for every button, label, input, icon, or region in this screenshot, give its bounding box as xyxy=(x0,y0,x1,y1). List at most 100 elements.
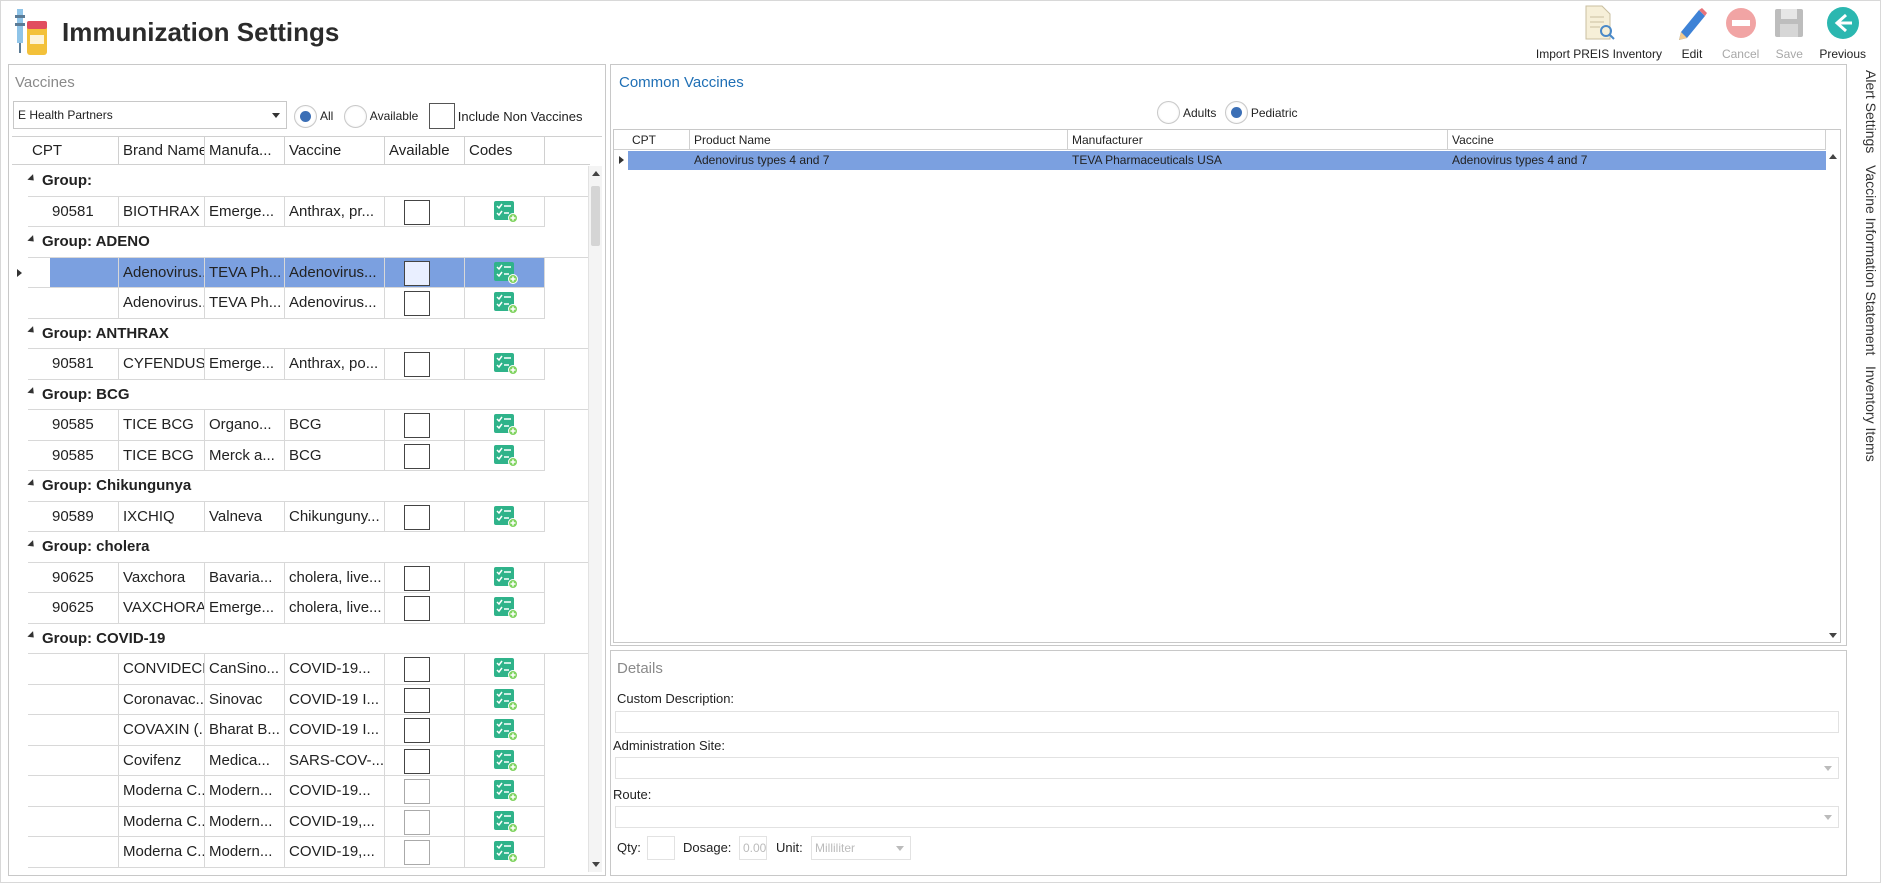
table-row[interactable]: Moderna C... Modern... COVID-19... xyxy=(12,776,590,807)
expand-collapse-icon[interactable] xyxy=(27,387,37,397)
table-row[interactable]: Moderna C... Modern... COVID-19,... xyxy=(12,806,590,837)
table-row[interactable]: 90585 TICE BCG Merck a... BCG xyxy=(12,440,590,471)
table-row[interactable]: 90585 TICE BCG Organo... BCG xyxy=(12,410,590,441)
available-checkbox[interactable] xyxy=(404,840,430,865)
scroll-up-icon[interactable] xyxy=(1829,154,1837,159)
available-checkbox[interactable] xyxy=(404,443,430,469)
tab-vaccine-information-statement[interactable]: Vaccine Information Statement xyxy=(1849,165,1879,355)
import-preis-inventory-button[interactable]: Import PREIS Inventory xyxy=(1530,5,1668,63)
filter-all-radio[interactable] xyxy=(294,104,317,128)
filter-available-radio[interactable] xyxy=(343,104,367,128)
codes-checklist-icon[interactable] xyxy=(494,658,518,680)
available-checkbox[interactable] xyxy=(404,779,430,804)
tab-alert-settings[interactable]: Alert Settings xyxy=(1849,70,1879,153)
administration-site-select[interactable] xyxy=(615,757,1839,779)
previous-button[interactable]: Previous xyxy=(1813,5,1872,63)
adults-radio[interactable] xyxy=(1157,101,1180,124)
group-row[interactable]: Group: BCG xyxy=(12,380,590,410)
available-checkbox[interactable] xyxy=(404,352,430,377)
table-row[interactable]: CONVIDECI...CanSino...COVID-19... xyxy=(12,654,590,685)
scrollbar-thumb[interactable] xyxy=(591,186,600,246)
cancel-button[interactable]: Cancel xyxy=(1716,5,1765,63)
pediatric-radio[interactable] xyxy=(1224,101,1248,124)
expand-collapse-icon[interactable] xyxy=(27,478,37,488)
practice-select[interactable]: E Health Partners xyxy=(13,101,287,129)
available-checkbox[interactable] xyxy=(404,809,430,835)
vaccine-grid-scrollbar[interactable] xyxy=(588,166,602,872)
available-checkbox[interactable] xyxy=(404,687,430,713)
save-button[interactable]: Save xyxy=(1765,5,1813,63)
table-row[interactable]: 90625 VAXCHORA Emerge... cholera, live... xyxy=(12,593,590,624)
available-checkbox[interactable] xyxy=(404,199,430,225)
group-row[interactable]: Group: cholera xyxy=(12,532,590,563)
available-checkbox[interactable] xyxy=(404,504,430,530)
column-header-codes[interactable]: Codes xyxy=(465,137,545,165)
dosage-input[interactable]: 0.00 xyxy=(739,836,767,860)
codes-checklist-icon[interactable] xyxy=(494,444,518,467)
available-checkbox[interactable] xyxy=(404,657,430,682)
codes-checklist-icon[interactable] xyxy=(494,749,518,772)
column-header-available[interactable]: Available xyxy=(385,137,465,165)
custom-description-input[interactable] xyxy=(615,711,1839,733)
available-checkbox[interactable] xyxy=(404,718,430,743)
codes-checklist-icon[interactable] xyxy=(494,292,518,314)
group-header[interactable]: Group: COVID-19 xyxy=(27,624,590,654)
codes-checklist-icon[interactable] xyxy=(494,414,518,436)
available-checkbox[interactable] xyxy=(404,748,430,774)
available-checkbox[interactable] xyxy=(404,596,430,621)
table-row[interactable]: COVAXIN (... Bharat B... COVID-19 I... xyxy=(12,715,590,746)
table-row[interactable]: Adenovirus... TEVA Ph... Adenovirus... xyxy=(12,288,590,319)
column-header-vaccine[interactable]: Vaccine xyxy=(285,137,385,165)
group-header[interactable]: Group: ADENO xyxy=(27,227,590,258)
qty-input[interactable] xyxy=(647,836,675,860)
codes-checklist-icon[interactable] xyxy=(494,353,518,375)
codes-checklist-icon[interactable] xyxy=(494,688,518,711)
group-row[interactable]: Group: Chikungunya xyxy=(12,471,590,502)
available-checkbox[interactable] xyxy=(404,260,430,286)
group-header[interactable]: Group: Chikungunya xyxy=(27,471,590,502)
expand-collapse-icon[interactable] xyxy=(27,173,37,183)
group-header[interactable]: Group: BCG xyxy=(27,380,590,410)
common-vaccines-scrollbar[interactable] xyxy=(1826,150,1840,642)
expand-collapse-icon[interactable] xyxy=(27,234,37,244)
edit-button[interactable]: Edit xyxy=(1668,5,1716,63)
table-row[interactable]: 90625 Vaxchora Bavaria... cholera, live... xyxy=(12,562,590,593)
table-row[interactable]: 90581 BIOTHRAX Emerge... Anthrax, pr... xyxy=(12,196,590,227)
table-row[interactable]: 90589 IXCHIQ Valneva Chikunguny... xyxy=(12,501,590,532)
cv-column-header-vaccine[interactable]: Vaccine xyxy=(1448,130,1826,150)
cv-column-header-cpt[interactable]: CPT xyxy=(628,130,690,150)
codes-checklist-icon[interactable] xyxy=(494,505,518,528)
cv-column-header-manufacturer[interactable]: Manufacturer xyxy=(1068,130,1448,150)
tab-inventory-items[interactable]: Inventory Items xyxy=(1849,366,1879,462)
group-row[interactable]: Group: xyxy=(12,166,590,197)
cv-column-header-product-name[interactable]: Product Name xyxy=(690,130,1068,150)
codes-checklist-icon[interactable] xyxy=(494,200,518,223)
available-checkbox[interactable] xyxy=(404,413,430,438)
expand-collapse-icon[interactable] xyxy=(27,539,37,549)
table-row[interactable]: Moderna C... Modern... COVID-19,... xyxy=(12,837,590,868)
route-select[interactable] xyxy=(615,806,1839,828)
codes-checklist-icon[interactable] xyxy=(494,261,518,284)
unit-select[interactable]: Milliliter xyxy=(811,836,911,860)
include-non-vaccines-checkbox[interactable] xyxy=(428,103,455,129)
group-row[interactable]: Group: ANTHRAX xyxy=(12,319,590,349)
column-header-cpt[interactable]: CPT xyxy=(28,137,119,165)
scroll-down-icon[interactable] xyxy=(592,862,600,867)
group-header[interactable]: Group: cholera xyxy=(27,532,590,563)
table-row[interactable]: Adenovirus types 4 and 7 TEVA Pharmaceut… xyxy=(614,151,1826,170)
available-checkbox[interactable] xyxy=(404,291,430,316)
column-header-brand-name[interactable]: Brand Name xyxy=(119,137,205,165)
table-row[interactable]: Covifenz Medica... SARS-COV-... xyxy=(12,745,590,776)
group-header[interactable]: Group: ANTHRAX xyxy=(27,319,590,349)
table-row[interactable]: Adenovirus... TEVA Ph... Adenovirus... xyxy=(12,257,590,288)
codes-checklist-icon[interactable] xyxy=(494,597,518,619)
group-row[interactable]: Group: ADENO xyxy=(12,227,590,258)
expand-collapse-icon[interactable] xyxy=(27,631,37,641)
codes-checklist-icon[interactable] xyxy=(494,566,518,589)
table-row[interactable]: 90581 CYFENDUS Emerge... Anthrax, po... xyxy=(12,349,590,380)
codes-checklist-icon[interactable] xyxy=(494,841,518,863)
available-checkbox[interactable] xyxy=(404,565,430,591)
codes-checklist-icon[interactable] xyxy=(494,810,518,833)
codes-checklist-icon[interactable] xyxy=(494,719,518,741)
table-row[interactable]: Coronavac... Sinovac COVID-19 I... xyxy=(12,684,590,715)
